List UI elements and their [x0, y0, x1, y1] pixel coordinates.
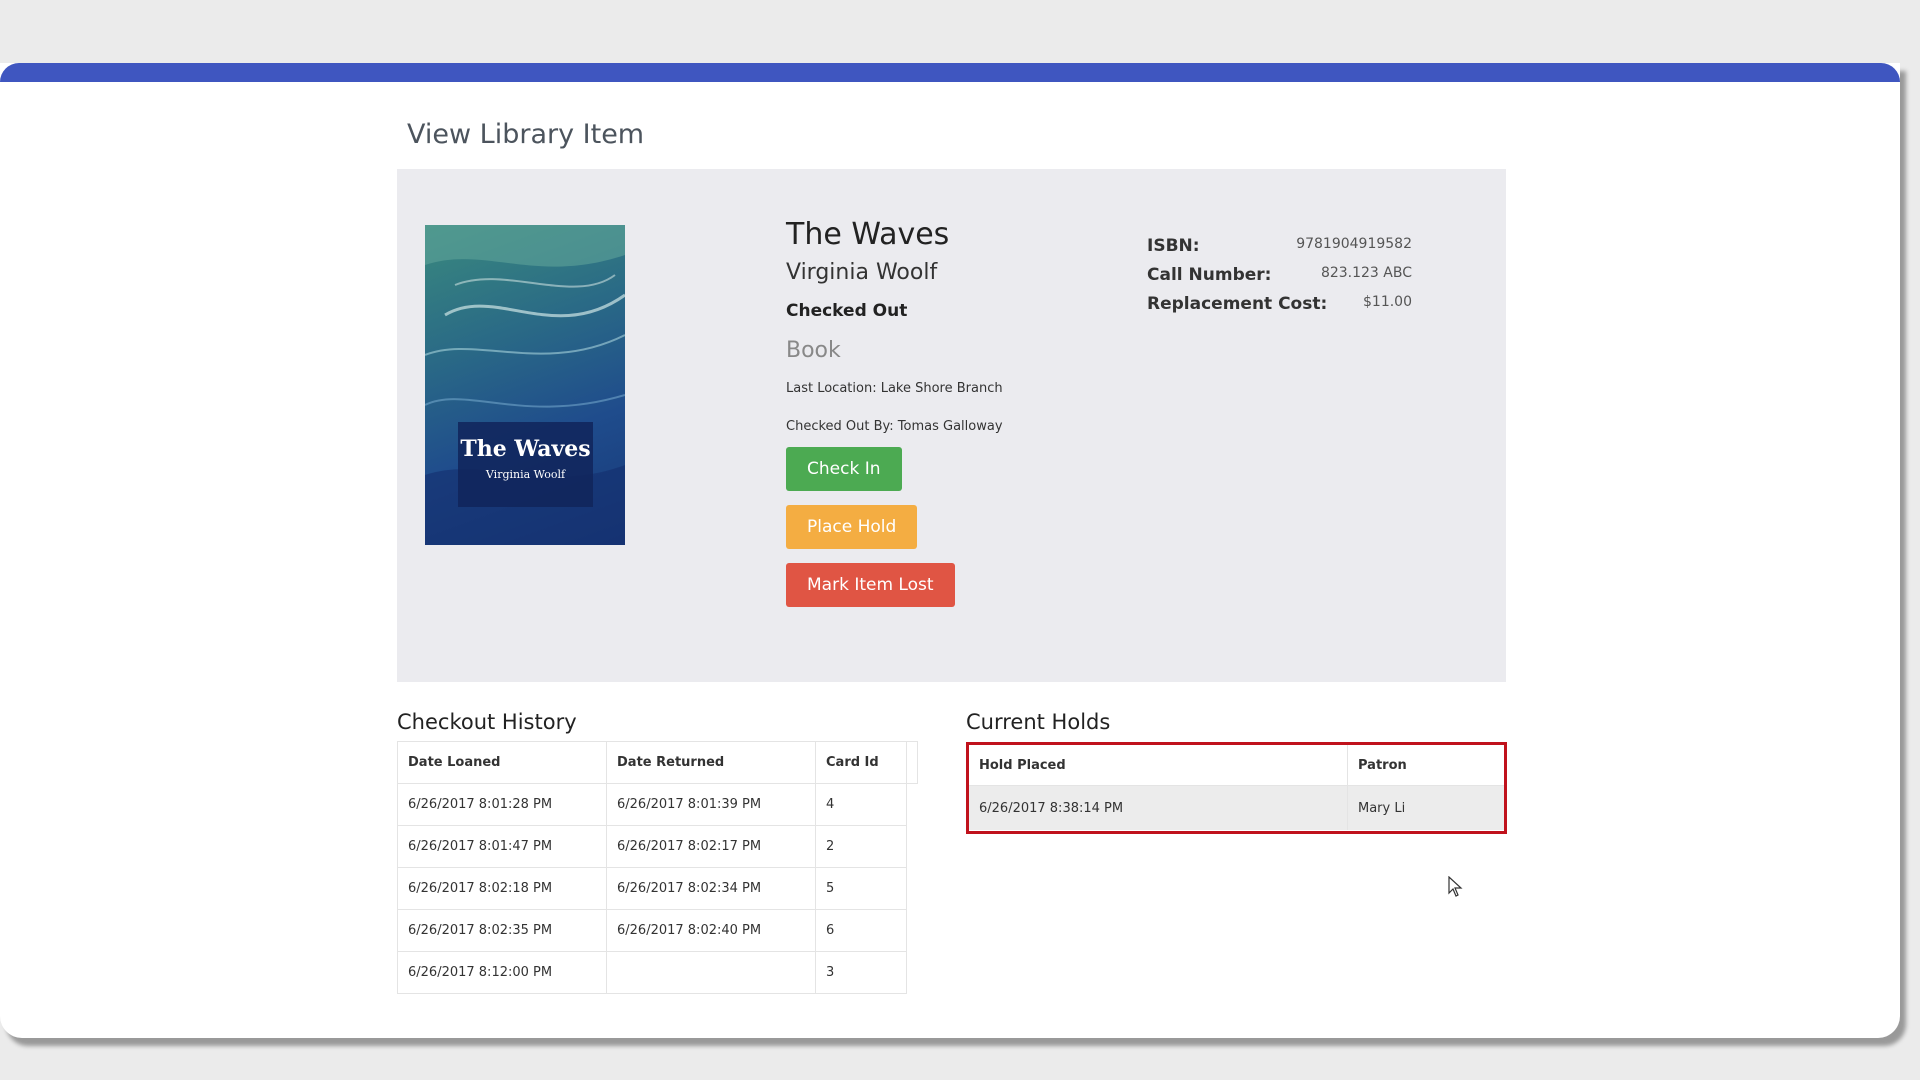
- table-row: 6/26/2017 8:02:18 PM 6/26/2017 8:02:34 P…: [397, 867, 918, 910]
- date-returned-cell: 6/26/2017 8:02:34 PM: [606, 867, 816, 910]
- cover-title-plate: The Waves Virginia Woolf: [458, 422, 593, 507]
- top-nav-bar: [0, 63, 1900, 82]
- mouse-cursor-icon: [1448, 876, 1463, 897]
- item-detail-panel: The Waves Virginia Woolf The Waves Virgi…: [397, 169, 1506, 682]
- hold-placed-cell: 6/26/2017 8:38:14 PM: [969, 785, 1348, 830]
- item-metadata: ISBN: 9781904919582 Call Number: 823.123…: [1147, 236, 1412, 323]
- page-title: View Library Item: [407, 119, 645, 150]
- item-title: The Waves: [786, 217, 950, 252]
- table-row[interactable]: 6/26/2017 8:38:14 PM Mary Li: [969, 785, 1504, 830]
- column-header-patron[interactable]: Patron: [1347, 745, 1504, 786]
- date-loaned-cell: 6/26/2017 8:02:35 PM: [397, 909, 607, 952]
- card-id-cell: 3: [815, 951, 907, 994]
- table-row: 6/26/2017 8:12:00 PM 3: [397, 951, 918, 994]
- replacement-cost-label: Replacement Cost:: [1147, 294, 1328, 314]
- date-loaned-cell: 6/26/2017 8:01:47 PM: [397, 825, 607, 868]
- date-loaned-cell: 6/26/2017 8:02:18 PM: [397, 867, 607, 910]
- card-id-cell: 2: [815, 825, 907, 868]
- item-type: Book: [786, 338, 841, 363]
- check-in-button[interactable]: Check In: [786, 447, 902, 491]
- checkout-history-table: Date Loaned Date Returned Card Id 6/26/2…: [397, 741, 918, 994]
- isbn-row: ISBN: 9781904919582: [1147, 236, 1412, 265]
- item-author: Virginia Woolf: [786, 260, 938, 285]
- book-cover-image: The Waves Virginia Woolf: [425, 225, 625, 545]
- column-header-date-returned[interactable]: Date Returned: [606, 741, 816, 784]
- isbn-value: 9781904919582: [1296, 236, 1412, 252]
- call-number-label: Call Number:: [1147, 265, 1272, 285]
- replacement-cost-value: $11.00: [1363, 294, 1412, 310]
- mark-item-lost-button[interactable]: Mark Item Lost: [786, 563, 955, 607]
- call-number-value: 823.123 ABC: [1320, 265, 1412, 281]
- call-number-row: Call Number: 823.123 ABC: [1147, 265, 1412, 294]
- item-last-location: Last Location: Lake Shore Branch: [786, 381, 1003, 396]
- card-id-cell: 6: [815, 909, 907, 952]
- date-loaned-cell: 6/26/2017 8:01:28 PM: [397, 783, 607, 826]
- cover-author: Virginia Woolf: [485, 468, 566, 481]
- checkout-history-title: Checkout History: [397, 710, 577, 734]
- isbn-label: ISBN:: [1147, 236, 1200, 256]
- column-header-date-loaned[interactable]: Date Loaned: [397, 741, 607, 784]
- card-id-cell: 5: [815, 867, 907, 910]
- current-holds-title: Current Holds: [966, 710, 1111, 734]
- place-hold-button[interactable]: Place Hold: [786, 505, 918, 549]
- card-id-cell: 4: [815, 783, 907, 826]
- table-row: 6/26/2017 8:01:47 PM 6/26/2017 8:02:17 P…: [397, 825, 918, 868]
- app-window: View Library Item The Waves Virginia Woo…: [0, 63, 1900, 1038]
- date-loaned-cell: 6/26/2017 8:12:00 PM: [397, 951, 607, 994]
- item-checked-out-by: Checked Out By: Tomas Galloway: [786, 419, 1003, 434]
- date-returned-cell: 6/26/2017 8:02:40 PM: [606, 909, 816, 952]
- table-header-row: Date Loaned Date Returned Card Id: [397, 741, 918, 784]
- cover-title: The Waves: [460, 436, 591, 462]
- column-header-card-id[interactable]: Card Id: [815, 741, 907, 784]
- column-header-spacer: [906, 741, 918, 784]
- date-returned-cell: [606, 951, 816, 994]
- current-holds-table: Hold Placed Patron 6/26/2017 8:38:14 PM …: [969, 745, 1504, 830]
- date-returned-cell: 6/26/2017 8:02:17 PM: [606, 825, 816, 868]
- current-holds-highlight: Hold Placed Patron 6/26/2017 8:38:14 PM …: [966, 742, 1507, 834]
- column-header-hold-placed[interactable]: Hold Placed: [969, 745, 1348, 786]
- patron-cell: Mary Li: [1347, 785, 1504, 830]
- item-status: Checked Out: [786, 301, 908, 321]
- table-row: 6/26/2017 8:01:28 PM 6/26/2017 8:01:39 P…: [397, 783, 918, 826]
- table-header-row: Hold Placed Patron: [969, 745, 1504, 786]
- table-row: 6/26/2017 8:02:35 PM 6/26/2017 8:02:40 P…: [397, 909, 918, 952]
- replacement-cost-row: Replacement Cost: $11.00: [1147, 294, 1412, 323]
- date-returned-cell: 6/26/2017 8:01:39 PM: [606, 783, 816, 826]
